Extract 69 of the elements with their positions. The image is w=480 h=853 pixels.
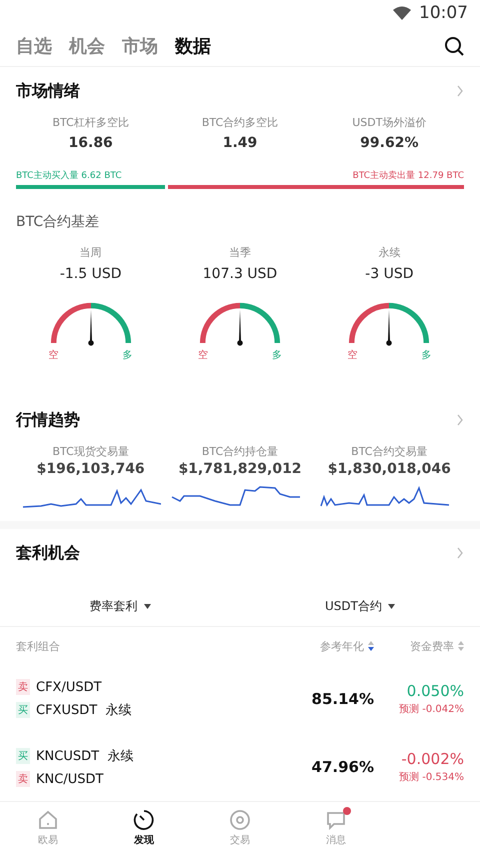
pair-name: CFX/USDT — [36, 680, 102, 695]
search-icon[interactable] — [444, 36, 464, 56]
gauge-label: 永续 — [378, 245, 400, 260]
column-header: 套利组合 — [16, 638, 60, 654]
annual-return: 47.96% — [312, 758, 374, 776]
filter-dropdown[interactable]: 费率套利 — [84, 597, 156, 616]
nav-tab[interactable]: 欧易 — [0, 802, 96, 853]
pair-name: KNCUSDT 永续 — [36, 748, 134, 766]
trend-value: $1,781,829,012 — [178, 461, 302, 478]
column-header: 资金费率 — [410, 638, 454, 654]
stat-label: BTC合约多空比 — [202, 115, 278, 130]
target-icon — [229, 808, 251, 831]
clock-time: 10:07 — [419, 2, 468, 23]
chevron-right-icon[interactable] — [456, 414, 464, 426]
top-tab[interactable]: 自选 — [16, 34, 52, 58]
trend-value: $1,830,018,046 — [328, 461, 451, 478]
short-label: 空 — [48, 348, 59, 362]
annual-return: 85.14% — [312, 690, 374, 708]
gauge-value: -3 USD — [365, 266, 414, 282]
pair-name: KNC/USDT — [36, 772, 104, 787]
top-tab[interactable]: 数据 — [175, 34, 211, 58]
funding-rate: 0.050% — [406, 682, 464, 700]
trend-value: $196,103,746 — [36, 461, 145, 478]
top-tab[interactable]: 市场 — [122, 34, 158, 58]
long-label: 多 — [421, 349, 432, 362]
section-title: 行情趋势 — [16, 410, 80, 431]
trend-label: BTC合约持仓量 — [202, 444, 278, 460]
sort-icon[interactable] — [368, 641, 374, 652]
gauge-value: -1.5 USD — [60, 266, 122, 282]
nav-tab[interactable]: 交易 — [192, 802, 288, 853]
chevron-right-icon[interactable] — [456, 85, 464, 98]
gauge-value: 107.3 USD — [202, 266, 278, 282]
trend-label: BTC合约交易量 — [351, 444, 428, 460]
filter-dropdown[interactable]: USDT合约 — [319, 597, 401, 616]
gauge-label: 当周 — [80, 245, 102, 260]
compass-icon — [133, 808, 155, 831]
nav-tab[interactable]: 消息 — [288, 802, 384, 853]
short-label: 空 — [347, 348, 358, 362]
short-label: 空 — [198, 348, 208, 362]
caret-down-icon — [144, 604, 150, 610]
side-tag: 卖 — [16, 679, 30, 696]
long-label: 多 — [122, 349, 133, 362]
forecast-rate: 预测 -0.042% — [399, 702, 464, 716]
wifi-icon — [393, 6, 411, 20]
side-tag: 卖 — [16, 771, 30, 788]
home-icon — [37, 808, 59, 831]
side-tag: 买 — [16, 702, 30, 718]
pair-name: CFXUSDT 永续 — [36, 702, 132, 720]
gauge-label: 当季 — [228, 245, 251, 260]
nav-tab[interactable]: 发现 — [96, 802, 192, 853]
stat-value: 99.62% — [360, 135, 418, 152]
caret-down-icon — [388, 604, 395, 610]
section-title: 市场情绪 — [16, 80, 80, 102]
section-title: 套利机会 — [16, 542, 80, 564]
funding-rate: -0.002% — [401, 750, 464, 768]
chevron-right-icon[interactable] — [456, 547, 464, 560]
sell-volume-label: BTC主动卖出量 12.79 BTC — [352, 170, 464, 182]
buy-volume-label: BTC主动买入量 6.62 BTC — [16, 170, 122, 182]
top-tab[interactable]: 机会 — [69, 34, 105, 58]
side-tag: 买 — [16, 748, 30, 764]
forecast-rate: 预测 -0.534% — [399, 770, 464, 784]
column-header: 参考年化 — [320, 638, 364, 654]
subsection-title: BTC合约基差 — [16, 213, 100, 232]
stat-value: 16.86 — [68, 135, 113, 152]
stat-label: USDT场外溢价 — [352, 115, 426, 130]
trend-label: BTC现货交易量 — [52, 444, 129, 460]
long-label: 多 — [272, 349, 282, 362]
stat-label: BTC杠杆多空比 — [52, 115, 129, 130]
stat-value: 1.49 — [222, 135, 258, 152]
